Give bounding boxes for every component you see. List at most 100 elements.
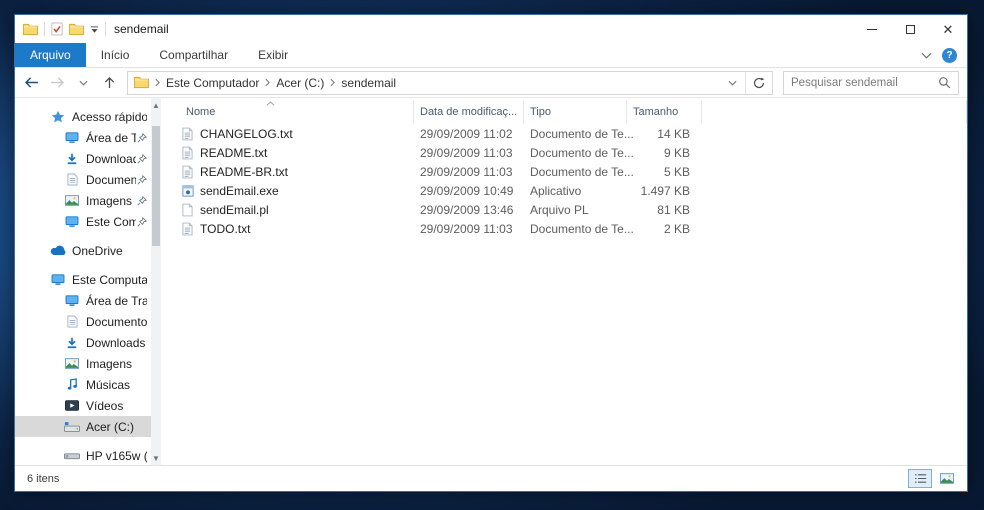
scrollbar-thumb[interactable]	[152, 126, 160, 246]
file-name-cell: sendEmail.exe	[161, 184, 414, 198]
column-header-data[interactable]: Data de modificaç...	[414, 100, 524, 124]
details-view-button[interactable]	[908, 469, 932, 488]
details-view-icon	[914, 473, 927, 484]
sidebar-item-documentos[interactable]: Documentos	[15, 311, 161, 332]
sidebar-item-downloads[interactable]: Downloads	[15, 148, 161, 169]
monitor-icon	[63, 216, 81, 228]
maximize-button[interactable]	[891, 15, 929, 43]
file-row-todo-txt[interactable]: TODO.txt29/09/2009 11:03Documento de Te.…	[161, 219, 967, 238]
file-type: Documento de Te...	[524, 127, 627, 141]
sidebar-item-este-computador[interactable]: Este Computador	[15, 269, 161, 290]
sidebar-item-area-de-trabalho[interactable]: Área de Trabalho	[15, 290, 161, 311]
sidebar-item-imagens[interactable]: Imagens	[15, 190, 161, 211]
doc-icon	[63, 173, 81, 186]
minimize-button[interactable]	[853, 15, 891, 43]
video-icon	[63, 400, 81, 411]
file-row-changelog-txt[interactable]: CHANGELOG.txt29/09/2009 11:02Documento d…	[161, 124, 967, 143]
tab-inicio[interactable]: Início	[86, 43, 145, 67]
sidebar-item-onedrive[interactable]: OneDrive	[15, 240, 161, 261]
recent-locations-button[interactable]	[71, 71, 95, 95]
file-row-sendemail-pl[interactable]: sendEmail.pl29/09/2009 13:46Arquivo PL81…	[161, 200, 967, 219]
maximize-icon	[906, 25, 915, 34]
refresh-icon	[753, 77, 765, 89]
sidebar-item-label: Este Computador	[72, 273, 147, 287]
chevron-right-icon[interactable]	[155, 78, 160, 87]
refresh-button[interactable]	[746, 72, 772, 94]
column-header-tipo[interactable]: Tipo	[524, 100, 627, 124]
file-name-cell: README-BR.txt	[161, 165, 414, 179]
sidebar-item-label: Downloads	[86, 152, 136, 166]
sidebar-scrollbar[interactable]: ▲ ▼	[151, 98, 161, 465]
pin-icon	[136, 196, 147, 206]
up-button[interactable]	[97, 71, 121, 95]
sidebar-item-label: HP v165w (E:)	[86, 449, 147, 463]
back-button[interactable]	[19, 71, 43, 95]
tab-exibir[interactable]: Exibir	[243, 43, 303, 67]
file-name: README.txt	[200, 146, 267, 160]
breadcrumb-item-este-computador[interactable]: Este Computador	[166, 76, 259, 90]
breadcrumb-item-acer-c[interactable]: Acer (C:)	[276, 76, 324, 90]
file-date: 29/09/2009 13:46	[414, 203, 524, 217]
expand-ribbon-icon[interactable]	[921, 52, 932, 59]
pin-icon	[136, 154, 147, 164]
cloud-icon	[49, 245, 67, 256]
search-input[interactable]	[791, 77, 938, 89]
help-icon[interactable]: ?	[942, 48, 957, 63]
chevron-right-icon[interactable]	[265, 78, 270, 87]
large-icons-view-button[interactable]	[935, 469, 959, 488]
navigation-pane: Acesso rápidoÁrea de TrabaDownloadsDocum…	[15, 98, 161, 465]
picture-icon	[63, 358, 81, 369]
monitor-icon	[63, 132, 81, 144]
pin-icon	[136, 133, 147, 143]
sidebar-item-label: Área de Trabalho	[86, 294, 147, 308]
file-name: README-BR.txt	[200, 165, 288, 179]
sidebar-item-acesso-rapido[interactable]: Acesso rápido	[15, 106, 161, 127]
sidebar-item-musicas[interactable]: Músicas	[15, 374, 161, 395]
items-count: 6 itens	[27, 473, 59, 485]
scroll-down-icon[interactable]: ▼	[152, 451, 160, 465]
chevron-down-icon	[79, 80, 88, 86]
address-bar[interactable]: Este Computador Acer (C:) sendemail	[127, 71, 773, 95]
chevron-right-icon[interactable]	[330, 78, 335, 87]
column-header-tamanho[interactable]: Tamanho	[627, 100, 702, 124]
file-size: 14 KB	[627, 127, 702, 141]
customize-qat-dropdown-icon[interactable]	[90, 26, 99, 33]
monitor-icon	[63, 295, 81, 307]
file-size: 81 KB	[627, 203, 702, 217]
column-header-nome[interactable]: Nome	[161, 100, 414, 124]
scroll-up-icon[interactable]: ▲	[152, 98, 160, 112]
sidebar-item-downloads[interactable]: Downloads	[15, 332, 161, 353]
column-header-blank	[702, 100, 967, 124]
sidebar-item-videos[interactable]: Vídeos	[15, 395, 161, 416]
music-icon	[63, 378, 81, 391]
close-button[interactable]: ✕	[929, 15, 967, 43]
sidebar-list: Acesso rápidoÁrea de TrabaDownloadsDocum…	[15, 106, 161, 465]
sidebar-item-acer-c[interactable]: Acer (C:)	[15, 416, 161, 437]
sidebar-item-este-comput[interactable]: Este Comput	[15, 211, 161, 232]
txt-file-icon	[181, 165, 194, 179]
tab-arquivo[interactable]: Arquivo	[15, 43, 86, 67]
address-dropdown-button[interactable]	[719, 72, 745, 94]
file-row-readme-txt[interactable]: README.txt29/09/2009 11:03Documento de T…	[161, 143, 967, 162]
divider	[44, 22, 45, 36]
sidebar-item-imagens[interactable]: Imagens	[15, 353, 161, 374]
explorer-app-icon	[23, 23, 38, 36]
properties-qat-icon[interactable]	[51, 22, 63, 36]
file-date: 29/09/2009 11:02	[414, 127, 524, 141]
sidebar-item-area-de-traba[interactable]: Área de Traba	[15, 127, 161, 148]
pin-icon	[136, 175, 147, 185]
doc-icon	[63, 315, 81, 328]
file-row-sendemail-exe[interactable]: sendEmail.exe29/09/2009 10:49Aplicativo1…	[161, 181, 967, 200]
new-folder-qat-icon[interactable]	[69, 23, 84, 36]
forward-button[interactable]	[45, 71, 69, 95]
tab-compartilhar[interactable]: Compartilhar	[144, 43, 243, 67]
file-row-readme-br-txt[interactable]: README-BR.txt29/09/2009 11:03Documento d…	[161, 162, 967, 181]
sidebar-item-hp-v165w-e[interactable]: HP v165w (E:)	[15, 445, 161, 465]
file-name-cell: CHANGELOG.txt	[161, 127, 414, 141]
breadcrumb-item-sendemail[interactable]: sendemail	[341, 76, 396, 90]
txt-file-icon	[181, 127, 194, 141]
search-icon[interactable]	[938, 76, 951, 89]
sidebar-item-documentos[interactable]: Documentos	[15, 169, 161, 190]
picture-icon	[63, 195, 81, 206]
monitor-icon	[49, 274, 67, 286]
